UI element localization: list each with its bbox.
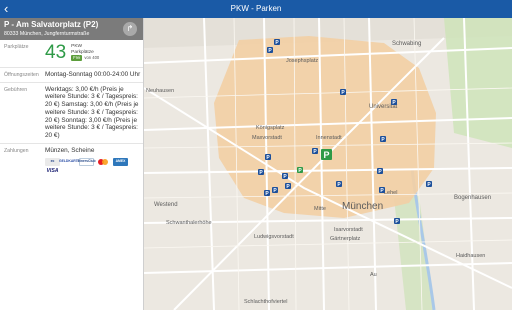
amex-icon: AMEX — [113, 158, 128, 167]
map-label-bogenhausen: Bogenhausen — [454, 195, 491, 201]
facility-name: P - Am Salvatorplatz (P2) — [4, 20, 99, 29]
ec-card-icon: ec — [45, 158, 60, 167]
parking-marker-icon[interactable]: P — [282, 173, 288, 180]
parking-marker-icon[interactable]: P — [274, 39, 280, 46]
parking-marker-icon[interactable]: P — [336, 181, 342, 188]
selected-marker[interactable]: P — [321, 149, 332, 160]
parking-marker-icon[interactable]: P — [377, 168, 383, 175]
map-label-schwabing: Schwabing — [392, 41, 421, 47]
parking-marker-icon[interactable]: P — [340, 89, 346, 96]
parking-marker-icon[interactable]: P — [264, 190, 270, 197]
spaces-label: Parkplätze — [4, 44, 29, 50]
parking-marker-icon[interactable]: P — [312, 148, 318, 155]
fees-value: Werktags: 3,00 €/h (Preis je weitere Stu… — [45, 85, 139, 139]
parking-marker-icon[interactable]: P — [391, 99, 397, 106]
map-label-lehel: Lehel — [384, 190, 397, 196]
map-label-mitte: Mitte — [314, 206, 326, 212]
route-icon: ↱ — [126, 24, 134, 33]
payment-label: Zahlungen — [4, 147, 29, 154]
parking-marker-icon[interactable]: P — [267, 47, 273, 54]
hours-label: Öffnungszeiten — [4, 72, 39, 78]
parking-marker-icon[interactable]: P — [272, 187, 278, 194]
parking-marker-icon[interactable]: P — [258, 169, 264, 176]
map-label-westend: Westend — [154, 202, 178, 208]
hours-value: Montag-Sonntag 00:00-24:00 Uhr — [45, 71, 141, 78]
facility-address: 80333 München, Jungfernturmstraße — [4, 31, 90, 37]
route-button[interactable]: ↱ — [123, 22, 137, 36]
geldkarte-icon: GELDKARTE — [59, 158, 80, 167]
map-label-isarvorstadt: Isarvorstadt — [334, 227, 363, 233]
details-panel: P - Am Salvatorplatz (P2) 80333 München,… — [0, 18, 144, 310]
map[interactable]: Schwabing Josephsplatz Universität König… — [144, 18, 512, 310]
hours-row: Öffnungszeiten Montag-Sonntag 00:00-24:0… — [0, 68, 143, 83]
map-label-innenstadt: Innenstadt — [316, 135, 342, 141]
map-label-haidhausen: Haidhausen — [456, 253, 485, 259]
facility-header: P - Am Salvatorplatz (P2) 80333 München,… — [0, 18, 143, 40]
parking-marker-icon[interactable]: P — [380, 136, 386, 143]
payment-row: Zahlungen Münzen, Scheine ec GELDKARTE D… — [0, 144, 143, 180]
payment-methods: Münzen, Scheine — [45, 146, 95, 154]
selected-marker-label: P — [323, 150, 329, 160]
mastercard-icon — [96, 158, 111, 167]
fees-label: Gebühren — [4, 86, 28, 93]
map-label-josephsplatz: Josephsplatz — [286, 58, 318, 64]
parking-marker-icon[interactable]: P — [297, 167, 303, 174]
parking-marker-icon[interactable]: P — [265, 154, 271, 161]
app-bar: ‹ PKW - Parken — [0, 0, 512, 18]
card-logos: ec GELDKARTE DinersClub AMEX VISA — [45, 158, 143, 177]
map-label-ludwigsvorstadt: Ludwigsvorstadt — [254, 234, 294, 240]
parking-marker-icon[interactable]: P — [285, 183, 291, 190]
map-label-muenchen: München — [342, 201, 383, 212]
fees-row: Gebühren Werktags: 3,00 €/h (Preis je we… — [0, 83, 143, 144]
map-label-schwanthalerhoehe: Schwanthalerhöhe — [166, 220, 212, 226]
app-title: PKW - Parken — [230, 4, 282, 13]
total-spaces: von 400 — [84, 55, 100, 61]
free-spaces-count: 43 — [45, 42, 67, 63]
map-label-maxvorstadt: Maxvorstadt — [252, 135, 282, 141]
map-label-schlachthofviertel: Schlachthofviertel — [244, 299, 287, 305]
visa-icon: VISA — [45, 168, 60, 177]
diners-club-icon: DinersClub — [77, 158, 96, 167]
spaces-row: Parkplätze 43 PKW Parkplätze Frei von 400 — [0, 40, 143, 68]
english-garden-park — [444, 18, 512, 148]
map-label-gaertnerplatz: Gärtnerplatz — [330, 236, 361, 242]
parking-marker-icon[interactable]: P — [394, 218, 400, 225]
map-label-neuhausen: Neuhausen — [146, 88, 174, 94]
map-label-au: Au — [370, 272, 377, 278]
parking-marker-icon[interactable]: P — [379, 187, 385, 194]
parking-marker-icon[interactable]: P — [426, 181, 432, 188]
free-badge: Frei — [71, 55, 83, 61]
map-label-koenigsplatz: Königsplatz — [256, 125, 285, 131]
